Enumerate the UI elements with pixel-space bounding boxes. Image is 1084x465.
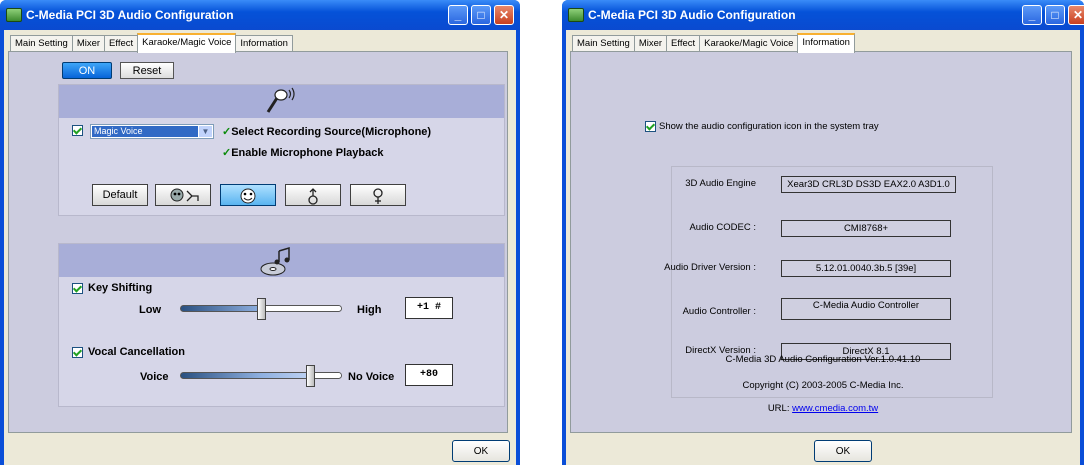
microphone-icon: [266, 87, 295, 113]
check-icon: ✓: [222, 126, 232, 138]
vocal-cancellation-slider[interactable]: [180, 372, 342, 379]
key-shifting-slider-empty: [260, 306, 341, 311]
reset-button[interactable]: Reset: [120, 62, 174, 79]
karaoke-window: C-Media PCI 3D Audio Configuration _ □ ✕…: [0, 0, 520, 465]
copyright-text: Copyright (C) 2003-2005 C-Media Inc.: [742, 380, 904, 391]
driver-version-value: 5.12.01.0040.3b.5 [39e]: [781, 260, 951, 277]
tab-karaoke[interactable]: Karaoke/Magic Voice: [699, 35, 799, 52]
audio-engine-label: 3D Audio Engine: [685, 178, 756, 189]
url-label: URL:: [767, 403, 790, 414]
check-icon: ✓: [222, 147, 232, 159]
vocal-cancellation-slider-thumb[interactable]: [305, 365, 315, 387]
male-voice-button[interactable]: [285, 184, 341, 206]
close-button[interactable]: ✕: [494, 5, 514, 25]
default-voice-button[interactable]: Default: [92, 184, 148, 206]
key-shifting-label: Key Shifting: [88, 282, 153, 294]
driver-version-label: Audio Driver Version :: [664, 262, 756, 273]
minimize-button[interactable]: _: [448, 5, 468, 25]
tab-panel: Show the audio configuration icon in the…: [570, 51, 1072, 433]
tab-mixer[interactable]: Mixer: [633, 35, 668, 52]
key-shifting-value: +1 #: [405, 297, 453, 319]
audio-codec-value: CMI8768+: [781, 220, 951, 237]
on-button[interactable]: ON: [62, 62, 112, 79]
website-link[interactable]: www.cmedia.com.tw: [792, 403, 878, 414]
music-disc-icon: [260, 246, 290, 276]
tab-karaoke[interactable]: Karaoke/Magic Voice: [137, 33, 237, 53]
ok-button[interactable]: OK: [814, 440, 872, 462]
select-recording-label: ✓Select Recording Source(Microphone): [222, 125, 431, 138]
key-shifting-checkbox[interactable]: [72, 283, 83, 294]
male-symbol-icon: [308, 188, 318, 205]
audio-controller-value: C-Media Audio Controller: [781, 298, 951, 320]
no-voice-label: No Voice: [348, 371, 395, 383]
tab-information[interactable]: Information: [235, 35, 293, 52]
audio-codec-label: Audio CODEC :: [689, 222, 756, 233]
minimize-button[interactable]: _: [1022, 5, 1042, 25]
maximize-button[interactable]: □: [1045, 5, 1065, 25]
maximize-button[interactable]: □: [471, 5, 491, 25]
tray-icon-checkbox[interactable]: [645, 121, 656, 132]
tab-strip: Main Setting Mixer Effect Karaoke/Magic …: [572, 33, 855, 53]
magic-voice-checkbox[interactable]: [72, 125, 83, 136]
voice-effect-button-1[interactable]: [155, 184, 211, 206]
tray-icon-label: Show the audio configuration icon in the…: [659, 121, 879, 132]
close-button[interactable]: ✕: [1068, 5, 1084, 25]
title-bar[interactable]: C-Media PCI 3D Audio Configuration _ □ ✕: [562, 0, 1084, 30]
enable-playback-text: Enable Microphone Playback: [231, 147, 384, 159]
window-title: C-Media PCI 3D Audio Configuration: [26, 8, 234, 22]
app-icon: [568, 8, 584, 22]
female-voice-button[interactable]: [350, 184, 406, 206]
vocal-cancellation-label: Vocal Cancellation: [88, 346, 185, 358]
vocal-cancellation-value: +80: [405, 364, 453, 386]
url-line: URL: www.cmedia.com.tw: [562, 403, 1084, 414]
tab-main-setting[interactable]: Main Setting: [572, 35, 635, 52]
version-text: C-Media 3D Audio Configuration Ver.1.0.4…: [725, 354, 921, 365]
tab-strip: Main Setting Mixer Effect Karaoke/Magic …: [10, 33, 293, 53]
female-symbol-icon: [373, 188, 383, 204]
tab-information[interactable]: Information: [797, 33, 855, 53]
magic-voice-selected: Magic Voice: [92, 126, 198, 137]
cartoon-face-icon: [240, 188, 256, 204]
tab-mixer[interactable]: Mixer: [71, 35, 106, 52]
low-label: Low: [139, 304, 161, 316]
window-title: C-Media PCI 3D Audio Configuration: [588, 8, 796, 22]
audio-controller-label: Audio Controller :: [682, 306, 756, 317]
audio-engine-value: Xear3D CRL3D DS3D EAX2.0 A3D1.0: [781, 176, 956, 193]
tab-main-setting[interactable]: Main Setting: [10, 35, 73, 52]
magic-voice-header: [59, 85, 504, 118]
high-label: High: [357, 304, 382, 316]
chevron-down-icon[interactable]: ▼: [199, 126, 212, 137]
voice-effect-button-2[interactable]: [220, 184, 276, 206]
vocal-cancellation-checkbox[interactable]: [72, 347, 83, 358]
monster-icon: [170, 188, 199, 202]
magic-voice-select[interactable]: Magic Voice ▼: [90, 124, 214, 139]
window-body: Main Setting Mixer Effect Karaoke/Magic …: [566, 30, 1080, 465]
voice-label: Voice: [140, 371, 169, 383]
enable-playback-label: ✓Enable Microphone Playback: [222, 146, 383, 159]
app-icon: [6, 8, 22, 22]
key-shift-header: [59, 244, 504, 277]
key-shifting-slider-thumb[interactable]: [257, 298, 266, 320]
select-recording-text: Select Recording Source(Microphone): [231, 126, 432, 138]
information-window: C-Media PCI 3D Audio Configuration _ □ ✕…: [562, 0, 1084, 465]
title-bar[interactable]: C-Media PCI 3D Audio Configuration _ □ ✕: [0, 0, 520, 30]
tab-effect[interactable]: Effect: [666, 35, 701, 52]
ok-button[interactable]: OK: [452, 440, 510, 462]
tab-effect[interactable]: Effect: [104, 35, 139, 52]
